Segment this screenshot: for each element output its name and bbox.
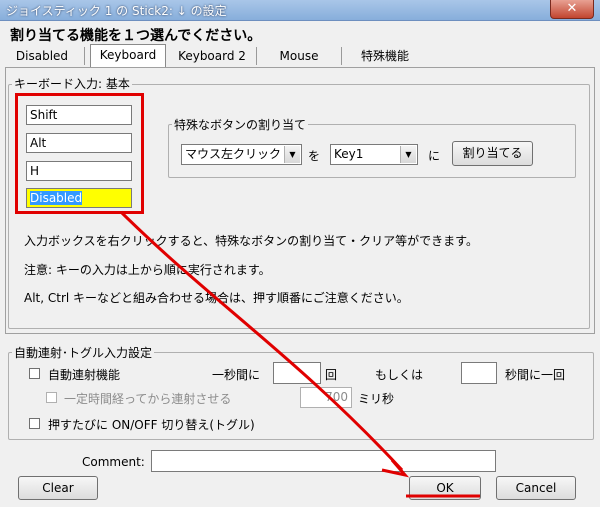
annotation-overlay xyxy=(119,210,480,498)
annotation-arrow-line xyxy=(119,210,404,472)
